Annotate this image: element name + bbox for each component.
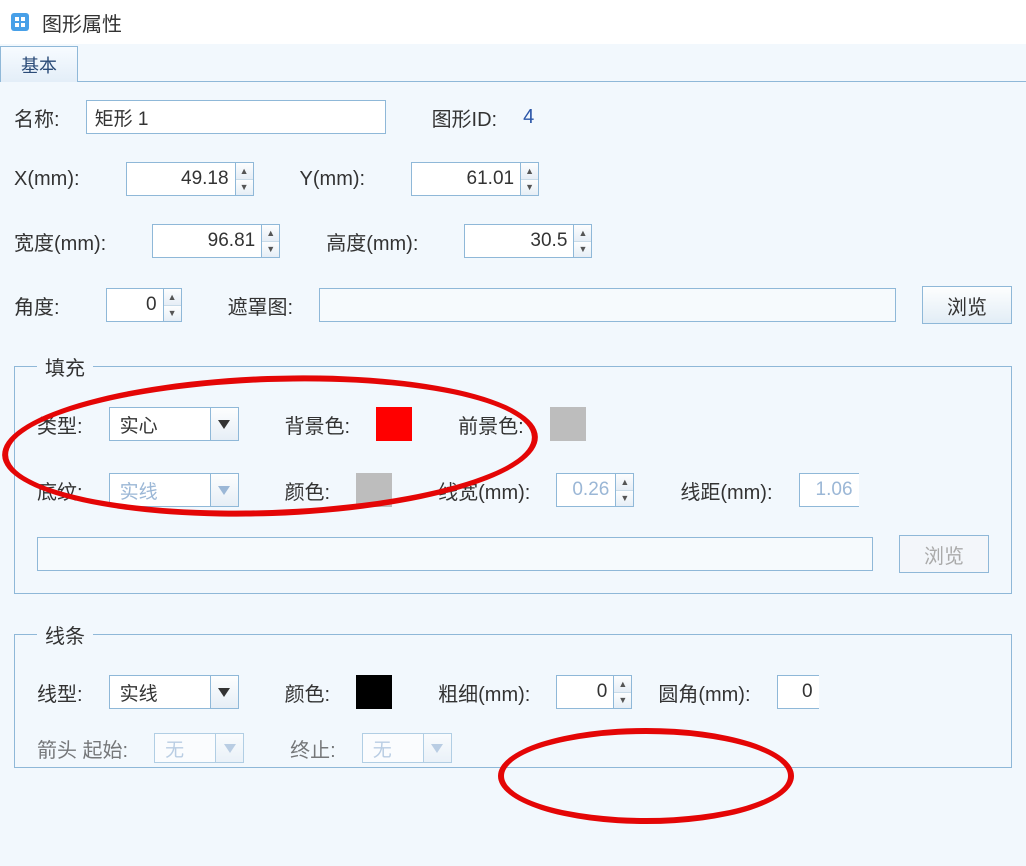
height-up-icon[interactable]: ▲ (574, 225, 591, 242)
height-down-icon[interactable]: ▼ (574, 242, 591, 258)
line-spacing-label: 线距(mm): (680, 476, 772, 505)
bgcolor-swatch[interactable] (376, 407, 412, 441)
line-type-label: 线型: (37, 678, 83, 707)
x-up-icon[interactable]: ▲ (236, 163, 253, 180)
angle-spinner[interactable]: ▲▼ (106, 288, 182, 322)
fill-type-label: 类型: (37, 410, 83, 439)
pattern-dropdown-icon (210, 474, 238, 506)
linespacing-input (799, 473, 859, 507)
line-color-label: 颜色: (285, 678, 331, 707)
arrow-end-value: 无 (363, 734, 423, 762)
browse-fill-button: 浏览 (899, 535, 989, 573)
thickness-input[interactable] (556, 675, 614, 709)
pattern-label: 底纹: (37, 476, 83, 505)
radius-label: 圆角(mm): (658, 678, 750, 707)
line-type-value: 实线 (110, 676, 210, 708)
content: 名称: 图形ID: 4 X(mm): ▲▼ Y(mm): ▲▼ 宽度(mm): … (0, 82, 1026, 768)
arrow-end-dropdown-icon (423, 734, 451, 762)
line-type-combo[interactable]: 实线 (109, 675, 239, 709)
width-label: 宽度(mm): (14, 227, 106, 256)
arrow-end-label: 终止: (290, 734, 336, 763)
shape-id-value: 4 (523, 106, 534, 129)
thickness-down-icon[interactable]: ▼ (614, 693, 631, 709)
angle-up-icon[interactable]: ▲ (164, 289, 181, 306)
height-label: 高度(mm): (326, 227, 418, 256)
line-type-dropdown-icon[interactable] (210, 676, 238, 708)
arrow-start-combo: 无 (154, 733, 244, 763)
angle-input[interactable] (106, 288, 164, 322)
thickness-spinner[interactable]: ▲▼ (556, 675, 632, 709)
line-width-label: 线宽(mm): (438, 476, 530, 505)
mask-label: 遮罩图: (228, 291, 294, 320)
fill-type-value: 实心 (110, 408, 210, 440)
thickness-label: 粗细(mm): (438, 678, 530, 707)
pattern-color-label: 颜色: (285, 476, 331, 505)
arrow-start-label: 箭头 起始: (37, 734, 128, 763)
line-group: 线条 线型: 实线 颜色: 粗细(mm): ▲▼ 圆角(mm): (14, 620, 1012, 768)
tab-basic[interactable]: 基本 (0, 46, 78, 82)
fill-type-combo[interactable]: 实心 (109, 407, 239, 441)
line-color-swatch[interactable] (356, 675, 392, 709)
bgcolor-label: 背景色: (285, 410, 351, 439)
height-input[interactable] (464, 224, 574, 258)
fgcolor-swatch[interactable] (550, 407, 586, 441)
y-spinner[interactable]: ▲▼ (411, 162, 539, 196)
fill-group: 填充 类型: 实心 背景色: 前景色: 底纹: 实线 颜 (14, 352, 1012, 594)
fill-type-dropdown-icon[interactable] (210, 408, 238, 440)
width-down-icon[interactable]: ▼ (262, 242, 279, 258)
shape-id-label: 图形ID: (432, 103, 498, 132)
linewidth-spinner: ▲▼ (556, 473, 634, 507)
fgcolor-label: 前景色: (458, 410, 524, 439)
x-input[interactable] (126, 162, 236, 196)
y-input[interactable] (411, 162, 521, 196)
angle-down-icon[interactable]: ▼ (164, 306, 181, 322)
mask-path-input (319, 288, 896, 322)
browse-mask-button[interactable]: 浏览 (922, 286, 1012, 324)
angle-label: 角度: (14, 291, 60, 320)
pattern-combo: 实线 (109, 473, 239, 507)
linewidth-up-icon: ▲ (616, 474, 633, 491)
pattern-color-swatch (356, 473, 392, 507)
fill-path-input (37, 537, 873, 571)
window-title: 图形属性 (42, 8, 122, 37)
arrow-end-combo: 无 (362, 733, 452, 763)
pattern-value: 实线 (110, 474, 210, 506)
height-spinner[interactable]: ▲▼ (464, 224, 592, 258)
radius-input[interactable] (777, 675, 819, 709)
arrow-start-dropdown-icon (215, 734, 243, 762)
linewidth-input (556, 473, 616, 507)
tabbar: 基本 (0, 44, 1026, 82)
width-up-icon[interactable]: ▲ (262, 225, 279, 242)
y-label: Y(mm): (300, 168, 366, 191)
y-down-icon[interactable]: ▼ (521, 180, 538, 196)
name-input[interactable] (86, 100, 386, 134)
name-label: 名称: (14, 103, 60, 132)
titlebar: 图形属性 (0, 0, 1026, 44)
width-spinner[interactable]: ▲▼ (152, 224, 280, 258)
y-up-icon[interactable]: ▲ (521, 163, 538, 180)
linewidth-down-icon: ▼ (616, 491, 633, 507)
x-down-icon[interactable]: ▼ (236, 180, 253, 196)
app-icon (8, 10, 32, 34)
x-spinner[interactable]: ▲▼ (126, 162, 254, 196)
width-input[interactable] (152, 224, 262, 258)
thickness-up-icon[interactable]: ▲ (614, 676, 631, 693)
x-label: X(mm): (14, 168, 80, 191)
line-group-legend: 线条 (37, 620, 93, 649)
arrow-start-value: 无 (155, 734, 215, 762)
fill-group-legend: 填充 (37, 352, 93, 381)
